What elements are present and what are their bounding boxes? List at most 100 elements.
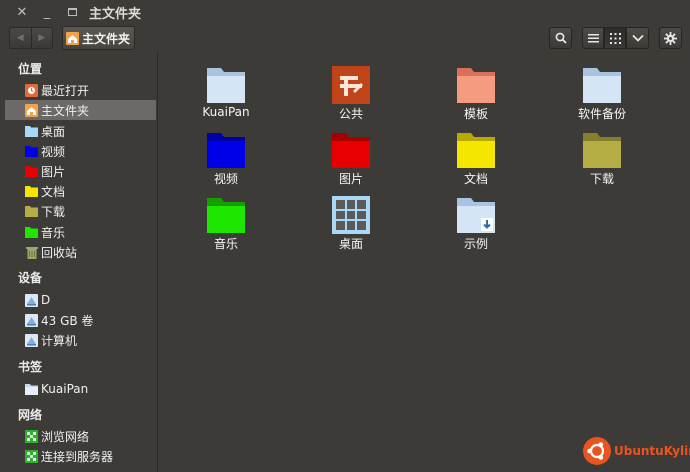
sidebar-item-label: 主文件夹 (41, 103, 90, 118)
title-bar: ✕ _ 主文件夹 (0, 0, 690, 24)
minimize-window-button[interactable]: _ (36, 1, 58, 23)
sidebar-item-documents[interactable]: 文档 (5, 181, 156, 201)
maximize-window-button[interactable] (61, 1, 83, 23)
list-view-icon (587, 34, 599, 43)
sidebar-item-downloads[interactable]: 下载 (5, 201, 156, 221)
sidebar-item-label: 下载 (41, 204, 66, 219)
downloads-folder-icon (581, 127, 623, 169)
sidebar-item-music[interactable]: 音乐 (5, 222, 156, 242)
sidebar-item-label: 桌面 (41, 124, 66, 139)
sidebar-section-bookmarks: 书签 (18, 360, 43, 374)
file-item-templates[interactable]: 模板 (426, 62, 526, 122)
minimize-icon: _ (43, 4, 51, 20)
sidebar-item-computer[interactable]: 计算机 (5, 330, 156, 350)
sidebar-item-label: 视频 (41, 144, 66, 159)
sidebar-item-label: 浏览网络 (41, 429, 90, 444)
window-title: 主文件夹 (89, 6, 142, 22)
trash-icon (25, 246, 38, 259)
sidebar-section-places: 位置 (18, 62, 43, 76)
file-item-documents[interactable]: 文档 (426, 127, 526, 187)
search-icon (555, 32, 567, 44)
documents-folder-icon (25, 185, 38, 198)
file-item-music[interactable]: 音乐 (176, 192, 276, 252)
file-label: 音乐 (213, 237, 238, 251)
ubuntu-circle-icon (583, 437, 611, 465)
grid-view-button[interactable] (604, 27, 626, 49)
home-icon (66, 31, 79, 45)
folder-icon (581, 62, 623, 104)
drive-icon (25, 293, 38, 307)
public-folder-icon (330, 62, 372, 104)
sidebar-item-volume[interactable]: 43 GB 卷 (5, 310, 156, 330)
templates-folder-icon (455, 62, 497, 104)
sidebar-item-trash[interactable]: 回收站 (5, 242, 156, 262)
sidebar-item-label: 最近打开 (41, 83, 90, 98)
downloads-folder-icon (25, 205, 38, 218)
sidebar-item-label: 文档 (41, 184, 66, 199)
file-item-videos[interactable]: 视频 (176, 127, 276, 187)
pictures-folder-icon (330, 127, 372, 169)
sidebar-item-label: D (41, 293, 51, 307)
chevron-down-icon (631, 34, 644, 42)
file-label: 桌面 (338, 237, 363, 251)
sidebar-item-label: 连接到服务器 (41, 449, 114, 464)
documents-folder-icon (455, 127, 497, 169)
videos-folder-icon (205, 127, 247, 169)
file-item-pictures[interactable]: 图片 (301, 127, 401, 187)
close-icon: ✕ (16, 4, 28, 20)
ubuntukylin-logo: UbuntuKylin (583, 437, 690, 465)
sidebar: 位置 最近打开 主文件夹 桌面 视频 图片 文档 下载 音乐 回收站 设备 D (0, 52, 158, 472)
file-label: KuaiPan (202, 105, 250, 119)
file-label: 公共 (338, 107, 363, 121)
search-button[interactable] (549, 27, 572, 49)
desktop-folder-icon (25, 125, 38, 138)
recent-icon (25, 83, 38, 97)
examples-folder-icon (455, 192, 497, 234)
videos-folder-icon (25, 145, 38, 158)
file-item-downloads[interactable]: 下载 (552, 127, 652, 187)
sidebar-item-recent[interactable]: 最近打开 (5, 80, 156, 100)
music-folder-icon (25, 226, 38, 239)
sidebar-section-network: 网络 (18, 408, 43, 422)
folder-icon (205, 62, 247, 104)
view-options-dropdown[interactable] (626, 27, 649, 49)
maximize-icon (67, 8, 77, 16)
breadcrumb-home[interactable]: 主文件夹 (62, 26, 136, 50)
file-view: KuaiPan 公共 模板 软件备份 视频 图片 文档 下载 音乐 桌面 示例 (159, 52, 690, 472)
sidebar-section-devices: 设备 (18, 271, 43, 285)
sidebar-item-browse-network[interactable]: 浏览网络 (5, 426, 156, 446)
sidebar-item-drive-d[interactable]: D (5, 290, 156, 310)
file-item-examples[interactable]: 示例 (426, 192, 526, 252)
sidebar-item-label: 音乐 (41, 225, 66, 240)
back-button[interactable]: ◀ (10, 28, 31, 48)
file-label: 模板 (463, 107, 488, 121)
file-item-kuaipan[interactable]: KuaiPan (176, 62, 276, 119)
file-item-software-backup[interactable]: 软件备份 (552, 62, 652, 122)
list-view-button[interactable] (582, 27, 604, 49)
forward-arrow-icon: ▶ (38, 33, 46, 43)
close-window-button[interactable]: ✕ (11, 1, 33, 23)
sidebar-item-label: 43 GB 卷 (41, 313, 94, 328)
pictures-folder-icon (25, 165, 38, 178)
home-icon (25, 103, 38, 117)
sidebar-item-label: KuaiPan (41, 382, 89, 396)
file-label: 图片 (338, 172, 363, 186)
file-label: 软件备份 (577, 107, 626, 121)
file-label: 下载 (589, 172, 614, 186)
sidebar-item-home[interactable]: 主文件夹 (5, 100, 156, 120)
grid-view-icon (609, 32, 621, 44)
sidebar-item-desktop[interactable]: 桌面 (5, 121, 156, 141)
file-item-public[interactable]: 公共 (301, 62, 401, 122)
forward-button[interactable]: ▶ (30, 28, 53, 48)
file-item-desktop[interactable]: 桌面 (301, 192, 401, 252)
bookmark-folder-icon (25, 383, 38, 396)
sidebar-item-label: 计算机 (41, 333, 78, 348)
sidebar-item-videos[interactable]: 视频 (5, 141, 156, 161)
music-folder-icon (205, 192, 247, 234)
sidebar-item-pictures[interactable]: 图片 (5, 161, 156, 181)
network-icon (25, 429, 38, 443)
file-label: 文档 (463, 172, 488, 186)
sidebar-item-connect-server[interactable]: 连接到服务器 (5, 446, 156, 466)
settings-button[interactable] (659, 27, 682, 49)
sidebar-item-kuaipan[interactable]: KuaiPan (5, 379, 156, 399)
